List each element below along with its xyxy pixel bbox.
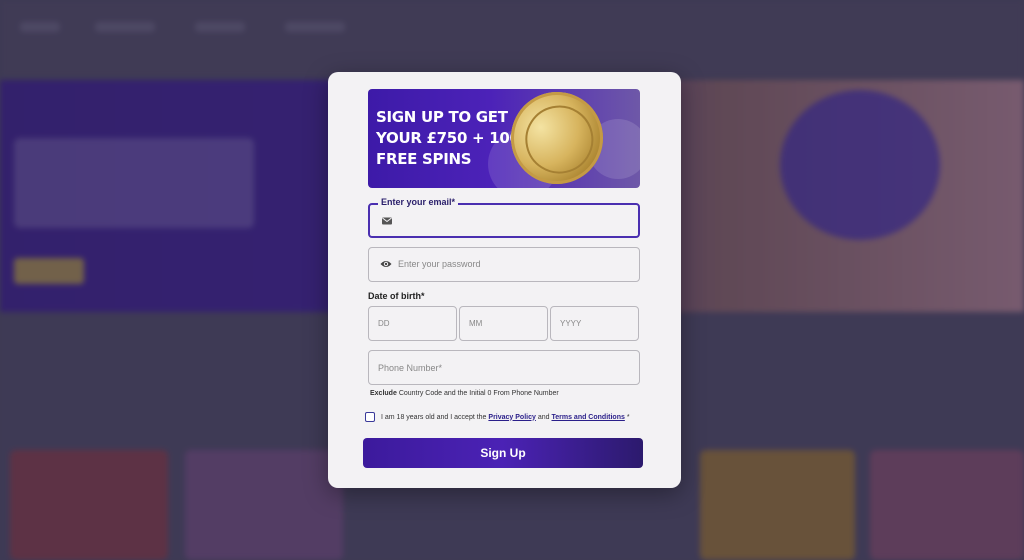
promo-banner: Sign up to get your £750 + 100 free spin…: [368, 89, 640, 188]
terms-text: I am 18 years old and I accept the: [381, 413, 487, 421]
phone-placeholder: Phone Number*: [378, 363, 443, 373]
terms-conditions-link[interactable]: Terms and Conditions: [551, 414, 624, 421]
promo-line: your £750 + 100: [376, 129, 520, 147]
promo-headline: Sign up to get your £750 + 100 free spin…: [376, 107, 526, 170]
email-label: Enter your email*: [378, 197, 459, 207]
phone-hint: Exclude Country Code and the Initial 0 F…: [370, 390, 559, 397]
privacy-policy-link[interactable]: Privacy Policy: [488, 414, 535, 421]
dob-month-placeholder: MM: [469, 319, 483, 328]
promo-line: free spins: [376, 150, 472, 168]
terms-checkbox[interactable]: [365, 412, 375, 422]
phone-field[interactable]: Phone Number*: [368, 350, 640, 385]
sign-up-button[interactable]: Sign Up: [363, 438, 643, 468]
signup-modal: Sign up to get your £750 + 100 free spin…: [328, 72, 681, 488]
password-placeholder: Enter your password: [398, 259, 481, 269]
terms-required-mark: *: [626, 413, 630, 421]
dob-day-placeholder: DD: [378, 319, 390, 328]
phone-hint-text: Country Code and the Initial 0 From Phon…: [398, 390, 559, 397]
eye-icon[interactable]: [380, 258, 392, 270]
terms-and: and: [537, 413, 550, 421]
terms-row: I am 18 years old and I accept the Priva…: [365, 411, 630, 423]
phone-hint-bold: Exclude: [370, 390, 397, 397]
dob-month-input[interactable]: MM: [459, 306, 548, 341]
password-field[interactable]: Enter your password: [368, 247, 640, 282]
email-field[interactable]: Enter your email*: [368, 197, 640, 238]
dob-year-input[interactable]: YYYY: [550, 306, 639, 341]
coin-logo-text: [519, 99, 600, 180]
dob-year-placeholder: YYYY: [560, 319, 582, 328]
dob-label: Date of birth*: [368, 291, 425, 301]
promo-line: Sign up to get: [376, 108, 508, 126]
envelope-icon: [382, 217, 392, 225]
dob-day-input[interactable]: DD: [368, 306, 457, 341]
